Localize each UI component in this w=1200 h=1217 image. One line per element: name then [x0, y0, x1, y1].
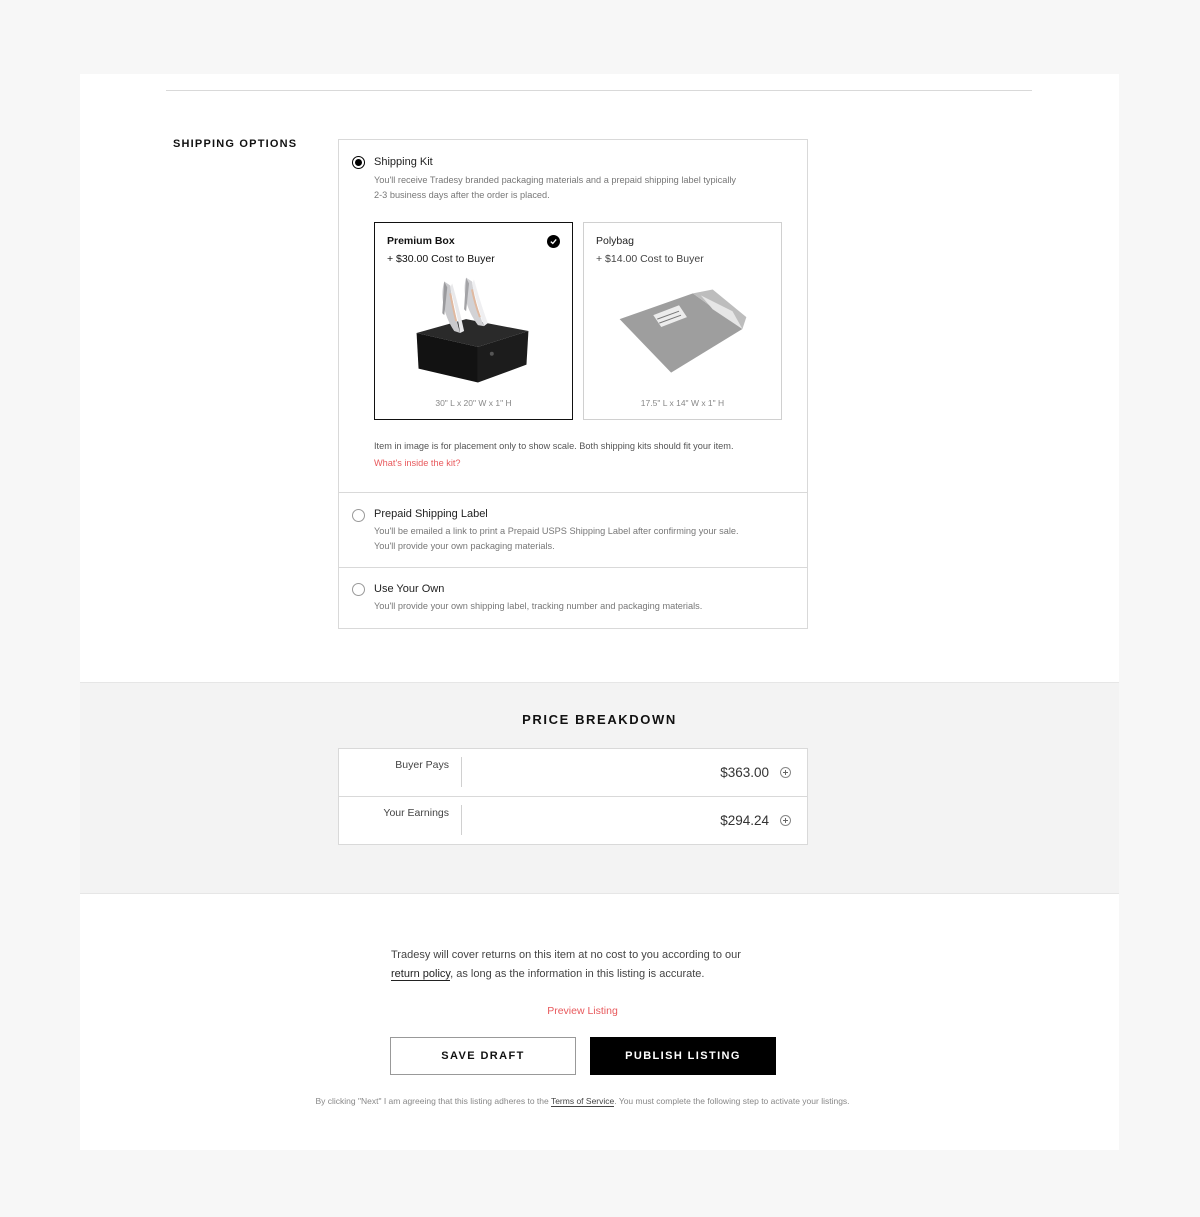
divider	[166, 90, 1032, 91]
kit-note: Item in image is for placement only to s…	[374, 441, 734, 451]
kit-box-premium[interactable]: Premium Box + $30.00 Cost to Buyer 30" L…	[374, 222, 573, 420]
kit-price: + $14.00 Cost to Buyer	[596, 253, 704, 265]
price-value: $363.00	[720, 765, 769, 780]
save-draft-button[interactable]: SAVE DRAFT	[390, 1037, 576, 1075]
terms-fine-print: By clicking "Next" I am agreeing that th…	[315, 1096, 850, 1107]
option-shipping-kit[interactable]: Shipping Kit You'll receive Tradesy bran…	[339, 140, 807, 493]
kit-name: Premium Box	[387, 235, 455, 247]
radio-prepaid-label[interactable]	[352, 509, 365, 522]
price-table: Buyer Pays $363.00 Your Earnings $294.24	[338, 748, 808, 845]
publish-listing-button[interactable]: PUBLISH LISTING	[590, 1037, 776, 1075]
whats-inside-kit-link[interactable]: What's inside the kit?	[374, 458, 461, 468]
price-label: Buyer Pays	[395, 759, 449, 771]
radio-shipping-kit[interactable]	[352, 156, 365, 169]
expand-plus-icon[interactable]	[780, 815, 791, 826]
option-title: Shipping Kit	[374, 156, 433, 168]
kit-dims: 30" L x 20" W x 1" H	[435, 398, 512, 408]
option-title: Use Your Own	[374, 583, 445, 595]
option-prepaid-label[interactable]: Prepaid Shipping Label You'll be emailed…	[339, 493, 807, 568]
price-row-your-earnings: Your Earnings $294.24	[339, 797, 807, 845]
price-value: $294.24	[720, 813, 769, 828]
option-use-your-own[interactable]: Use Your Own You'll provide your own shi…	[339, 568, 807, 628]
option-desc: You'll be emailed a link to print a Prep…	[374, 526, 739, 551]
kit-dims: 17.5" L x 14" W x 1" H	[640, 398, 725, 408]
preview-listing-link[interactable]: Preview Listing	[80, 1005, 1085, 1017]
returns-text: Tradesy will cover returns on this item …	[391, 949, 741, 981]
price-row-buyer-pays: Buyer Pays $363.00	[339, 749, 807, 797]
price-label: Your Earnings	[383, 807, 449, 819]
kit-box-polybag[interactable]: Polybag + $14.00 Cost to Buyer 17.5" L x…	[583, 222, 782, 420]
option-desc: You'll receive Tradesy branded packaging…	[374, 175, 736, 200]
shipping-card: SHIPPING OPTIONS Shipping Kit You'll rec…	[80, 74, 1119, 682]
price-breakdown-section: PRICE BREAKDOWN Buyer Pays $363.00 Your …	[80, 682, 1119, 894]
shipping-options: Shipping Kit You'll receive Tradesy bran…	[338, 139, 808, 629]
polybag-image	[619, 289, 747, 373]
kit-name: Polybag	[596, 235, 634, 247]
radio-use-your-own[interactable]	[352, 583, 365, 596]
option-title: Prepaid Shipping Label	[374, 508, 488, 520]
expand-plus-icon[interactable]	[780, 767, 791, 778]
check-icon	[547, 235, 560, 248]
price-breakdown-title: PRICE BREAKDOWN	[522, 712, 677, 727]
option-desc: You'll provide your own shipping label, …	[374, 601, 703, 611]
section-label: SHIPPING OPTIONS	[173, 138, 298, 150]
terms-of-service-link[interactable]: Terms of Service	[550, 1096, 615, 1107]
divider	[461, 757, 462, 787]
kit-price: + $30.00 Cost to Buyer	[387, 253, 495, 265]
divider	[461, 805, 462, 835]
premium-box-image	[416, 277, 529, 383]
submit-card: Tradesy will cover returns on this item …	[80, 894, 1119, 1150]
return-policy-link[interactable]: return policy	[391, 968, 451, 981]
